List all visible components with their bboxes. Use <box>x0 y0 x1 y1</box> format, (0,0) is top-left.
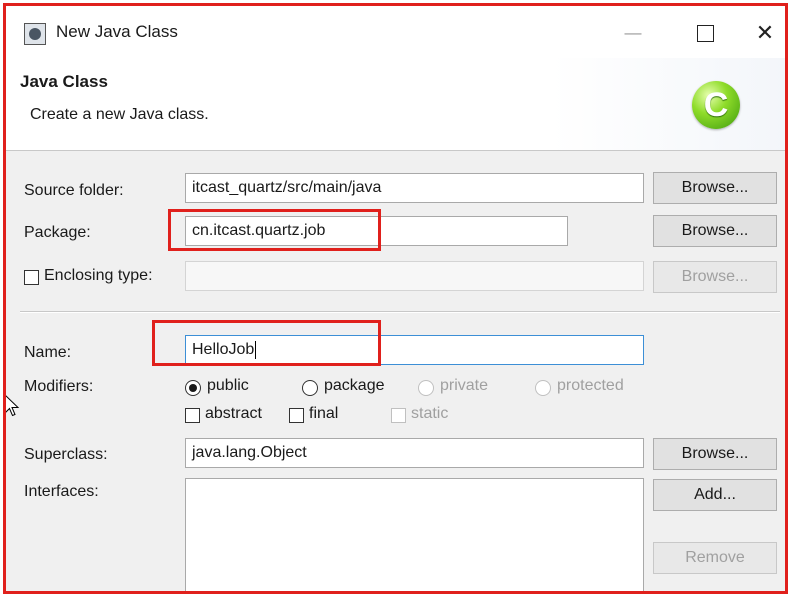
public-radio-label: public <box>207 377 249 394</box>
wizard-title: Java Class <box>20 72 108 91</box>
modifiers-label: Modifiers: <box>24 378 94 395</box>
private-radio-label: private <box>440 377 489 394</box>
close-button[interactable]: ✕ <box>742 16 785 50</box>
section-divider <box>20 311 780 313</box>
name-label: Name: <box>24 344 72 361</box>
package-label: Package: <box>24 224 91 241</box>
enclosing-type-checkbox[interactable] <box>24 270 39 285</box>
source-folder-label: Source folder: <box>24 182 124 199</box>
package-browse-button[interactable]: Browse... <box>653 215 777 247</box>
minimize-button[interactable]: — <box>610 16 656 50</box>
package-input[interactable]: cn.itcast.quartz.job <box>185 216 568 246</box>
abstract-checkbox[interactable] <box>185 408 200 423</box>
source-folder-input[interactable]: itcast_quartz/src/main/java <box>185 173 644 203</box>
new-java-class-dialog: New Java Class — ✕ Java Class Create a n… <box>3 3 788 594</box>
name-input[interactable]: HelloJob <box>185 335 644 365</box>
private-radio[interactable] <box>418 380 434 396</box>
wizard-header: Java Class Create a new Java class. C <box>6 58 785 150</box>
protected-radio[interactable] <box>535 380 551 396</box>
static-checkbox-label: static <box>411 405 449 422</box>
interfaces-list[interactable] <box>185 478 644 591</box>
maximize-button[interactable] <box>682 16 728 50</box>
enclosing-type-input[interactable] <box>185 261 644 291</box>
final-checkbox[interactable] <box>289 408 304 423</box>
logo-letter: C <box>703 86 729 124</box>
text-caret <box>255 340 257 359</box>
enclosing-type-label: Enclosing type: <box>44 267 153 284</box>
package-radio[interactable] <box>302 380 318 396</box>
package-radio-label: package <box>324 377 385 394</box>
remove-interface-button[interactable]: Remove <box>653 542 777 574</box>
final-checkbox-label: final <box>309 405 339 422</box>
maximize-icon <box>696 25 714 43</box>
superclass-label: Superclass: <box>24 446 108 463</box>
mouse-pointer-icon <box>6 395 20 417</box>
protected-radio-label: protected <box>557 377 624 394</box>
wizard-description: Create a new Java class. <box>30 106 209 123</box>
public-radio[interactable] <box>185 380 201 396</box>
static-checkbox[interactable] <box>391 408 406 423</box>
title-bar: New Java Class — ✕ <box>6 6 785 58</box>
interfaces-label: Interfaces: <box>24 483 99 500</box>
add-interface-button[interactable]: Add... <box>653 479 777 511</box>
enclosing-type-browse-button[interactable]: Browse... <box>653 261 777 293</box>
java-class-logo-icon: C <box>692 81 740 129</box>
abstract-checkbox-label: abstract <box>205 405 262 422</box>
name-input-value: HelloJob <box>192 341 255 358</box>
superclass-input[interactable]: java.lang.Object <box>185 438 644 468</box>
superclass-browse-button[interactable]: Browse... <box>653 438 777 470</box>
window-title: New Java Class <box>56 22 178 41</box>
eclipse-app-icon <box>24 23 46 45</box>
source-folder-browse-button[interactable]: Browse... <box>653 172 777 204</box>
